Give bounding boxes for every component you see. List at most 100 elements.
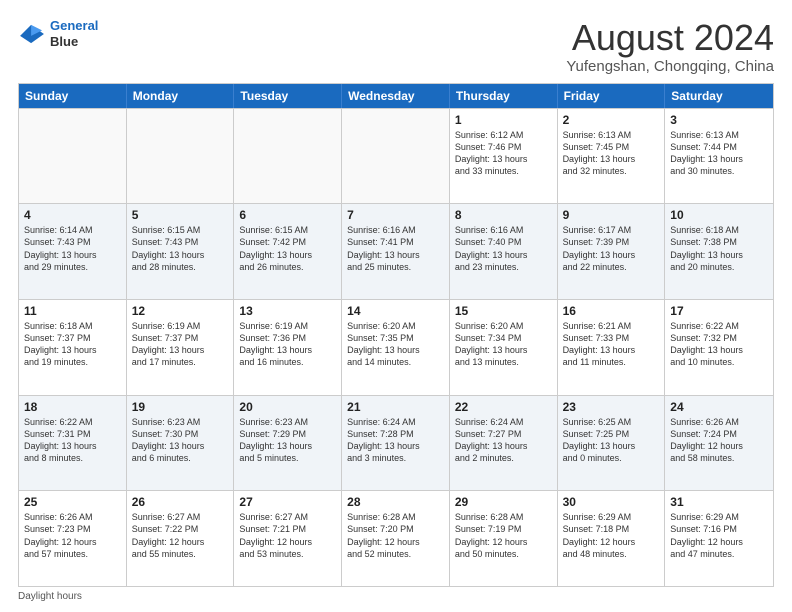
day-cell-15: 15 Sunrise: 6:20 AM Sunset: 7:34 PM Dayli… — [450, 300, 558, 395]
day-number: 8 — [455, 208, 552, 222]
day-number: 4 — [24, 208, 121, 222]
day-number: 29 — [455, 495, 552, 509]
weekday-header-tuesday: Tuesday — [234, 84, 342, 108]
title-block: August 2024 Yufengshan, Chongqing, China — [566, 18, 774, 75]
day-cell-10: 10 Sunrise: 6:18 AM Sunset: 7:38 PM Dayli… — [665, 204, 773, 299]
logo-text: General Blue — [50, 18, 98, 49]
day-info: Sunrise: 6:25 AM Sunset: 7:25 PM Dayligh… — [563, 416, 660, 465]
day-number: 6 — [239, 208, 336, 222]
weekday-header-wednesday: Wednesday — [342, 84, 450, 108]
day-info: Sunrise: 6:22 AM Sunset: 7:31 PM Dayligh… — [24, 416, 121, 465]
day-number: 5 — [132, 208, 229, 222]
day-number: 1 — [455, 113, 552, 127]
daylight-label: Daylight hours — [18, 591, 82, 602]
footer-note: Daylight hours — [18, 591, 774, 602]
day-info: Sunrise: 6:24 AM Sunset: 7:27 PM Dayligh… — [455, 416, 552, 465]
day-number: 23 — [563, 400, 660, 414]
day-info: Sunrise: 6:15 AM Sunset: 7:43 PM Dayligh… — [132, 224, 229, 273]
day-number: 19 — [132, 400, 229, 414]
day-number: 28 — [347, 495, 444, 509]
day-cell-13: 13 Sunrise: 6:19 AM Sunset: 7:36 PM Dayli… — [234, 300, 342, 395]
day-number: 22 — [455, 400, 552, 414]
calendar-header: SundayMondayTuesdayWednesdayThursdayFrid… — [19, 84, 773, 108]
calendar-week-3: 11 Sunrise: 6:18 AM Sunset: 7:37 PM Dayli… — [19, 299, 773, 395]
day-cell-4: 4 Sunrise: 6:14 AM Sunset: 7:43 PM Daylig… — [19, 204, 127, 299]
day-info: Sunrise: 6:27 AM Sunset: 7:22 PM Dayligh… — [132, 511, 229, 560]
day-info: Sunrise: 6:20 AM Sunset: 7:34 PM Dayligh… — [455, 320, 552, 369]
day-info: Sunrise: 6:28 AM Sunset: 7:20 PM Dayligh… — [347, 511, 444, 560]
day-info: Sunrise: 6:18 AM Sunset: 7:37 PM Dayligh… — [24, 320, 121, 369]
day-cell-30: 30 Sunrise: 6:29 AM Sunset: 7:18 PM Dayli… — [558, 491, 666, 586]
day-number: 11 — [24, 304, 121, 318]
day-cell-6: 6 Sunrise: 6:15 AM Sunset: 7:42 PM Daylig… — [234, 204, 342, 299]
empty-cell — [234, 109, 342, 204]
day-number: 10 — [670, 208, 768, 222]
day-number: 27 — [239, 495, 336, 509]
day-info: Sunrise: 6:16 AM Sunset: 7:41 PM Dayligh… — [347, 224, 444, 273]
empty-cell — [127, 109, 235, 204]
day-cell-8: 8 Sunrise: 6:16 AM Sunset: 7:40 PM Daylig… — [450, 204, 558, 299]
day-info: Sunrise: 6:12 AM Sunset: 7:46 PM Dayligh… — [455, 129, 552, 178]
day-cell-20: 20Sunrise: 6:23 AM Sunset: 7:29 PM Dayli… — [234, 396, 342, 491]
logo-line1: General — [50, 18, 98, 33]
day-number: 7 — [347, 208, 444, 222]
day-info: Sunrise: 6:20 AM Sunset: 7:35 PM Dayligh… — [347, 320, 444, 369]
weekday-header-friday: Friday — [558, 84, 666, 108]
day-info: Sunrise: 6:28 AM Sunset: 7:19 PM Dayligh… — [455, 511, 552, 560]
calendar-week-5: 25Sunrise: 6:26 AM Sunset: 7:23 PM Dayli… — [19, 490, 773, 586]
day-info: Sunrise: 6:22 AM Sunset: 7:32 PM Dayligh… — [670, 320, 768, 369]
day-cell-27: 27 Sunrise: 6:27 AM Sunset: 7:21 PM Dayli… — [234, 491, 342, 586]
day-info: Sunrise: 6:27 AM Sunset: 7:21 PM Dayligh… — [239, 511, 336, 560]
day-cell-21: 21 Sunrise: 6:24 AM Sunset: 7:28 PM Dayli… — [342, 396, 450, 491]
day-info: Sunrise: 6:19 AM Sunset: 7:36 PM Dayligh… — [239, 320, 336, 369]
day-number: 30 — [563, 495, 660, 509]
calendar-week-2: 4 Sunrise: 6:14 AM Sunset: 7:43 PM Daylig… — [19, 203, 773, 299]
day-info: Sunrise: 6:15 AM Sunset: 7:42 PM Dayligh… — [239, 224, 336, 273]
day-cell-17: 17 Sunrise: 6:22 AM Sunset: 7:32 PM Dayli… — [665, 300, 773, 395]
day-info: Sunrise: 6:19 AM Sunset: 7:37 PM Dayligh… — [132, 320, 229, 369]
day-cell-7: 7 Sunrise: 6:16 AM Sunset: 7:41 PM Daylig… — [342, 204, 450, 299]
day-number: 24 — [670, 400, 768, 414]
day-cell-28: 28 Sunrise: 6:28 AM Sunset: 7:20 PM Dayli… — [342, 491, 450, 586]
day-number: 15 — [455, 304, 552, 318]
day-cell-11: 11 Sunrise: 6:18 AM Sunset: 7:37 PM Dayli… — [19, 300, 127, 395]
day-info: Sunrise: 6:16 AM Sunset: 7:40 PM Dayligh… — [455, 224, 552, 273]
day-number: 2 — [563, 113, 660, 127]
day-number: 17 — [670, 304, 768, 318]
day-cell-12: 12Sunrise: 6:19 AM Sunset: 7:37 PM Dayli… — [127, 300, 235, 395]
day-cell-9: 9Sunrise: 6:17 AM Sunset: 7:39 PM Daylig… — [558, 204, 666, 299]
day-number: 21 — [347, 400, 444, 414]
day-info: Sunrise: 6:24 AM Sunset: 7:28 PM Dayligh… — [347, 416, 444, 465]
day-cell-14: 14 Sunrise: 6:20 AM Sunset: 7:35 PM Dayli… — [342, 300, 450, 395]
day-number: 3 — [670, 113, 768, 127]
day-number: 18 — [24, 400, 121, 414]
day-info: Sunrise: 6:26 AM Sunset: 7:24 PM Dayligh… — [670, 416, 768, 465]
day-info: Sunrise: 6:17 AM Sunset: 7:39 PM Dayligh… — [563, 224, 660, 273]
day-cell-31: 31Sunrise: 6:29 AM Sunset: 7:16 PM Dayli… — [665, 491, 773, 586]
day-info: Sunrise: 6:29 AM Sunset: 7:18 PM Dayligh… — [563, 511, 660, 560]
day-cell-18: 18 Sunrise: 6:22 AM Sunset: 7:31 PM Dayli… — [19, 396, 127, 491]
day-cell-2: 2 Sunrise: 6:13 AM Sunset: 7:45 PM Daylig… — [558, 109, 666, 204]
day-info: Sunrise: 6:18 AM Sunset: 7:38 PM Dayligh… — [670, 224, 768, 273]
day-cell-19: 19Sunrise: 6:23 AM Sunset: 7:30 PM Dayli… — [127, 396, 235, 491]
logo-line2: Blue — [50, 34, 98, 50]
day-number: 16 — [563, 304, 660, 318]
day-info: Sunrise: 6:13 AM Sunset: 7:44 PM Dayligh… — [670, 129, 768, 178]
main-title: August 2024 — [566, 18, 774, 58]
day-number: 13 — [239, 304, 336, 318]
calendar-body: 1 Sunrise: 6:12 AM Sunset: 7:46 PM Daylig… — [19, 108, 773, 586]
calendar: SundayMondayTuesdayWednesdayThursdayFrid… — [18, 83, 774, 587]
day-cell-25: 25Sunrise: 6:26 AM Sunset: 7:23 PM Dayli… — [19, 491, 127, 586]
header: General Blue August 2024 Yufengshan, Cho… — [18, 18, 774, 75]
day-info: Sunrise: 6:14 AM Sunset: 7:43 PM Dayligh… — [24, 224, 121, 273]
day-number: 14 — [347, 304, 444, 318]
calendar-week-4: 18 Sunrise: 6:22 AM Sunset: 7:31 PM Dayli… — [19, 395, 773, 491]
page: General Blue August 2024 Yufengshan, Cho… — [0, 0, 792, 612]
day-cell-1: 1 Sunrise: 6:12 AM Sunset: 7:46 PM Daylig… — [450, 109, 558, 204]
day-info: Sunrise: 6:13 AM Sunset: 7:45 PM Dayligh… — [563, 129, 660, 178]
weekday-header-sunday: Sunday — [19, 84, 127, 108]
day-cell-5: 5 Sunrise: 6:15 AM Sunset: 7:43 PM Daylig… — [127, 204, 235, 299]
weekday-header-monday: Monday — [127, 84, 235, 108]
weekday-header-thursday: Thursday — [450, 84, 558, 108]
day-number: 26 — [132, 495, 229, 509]
